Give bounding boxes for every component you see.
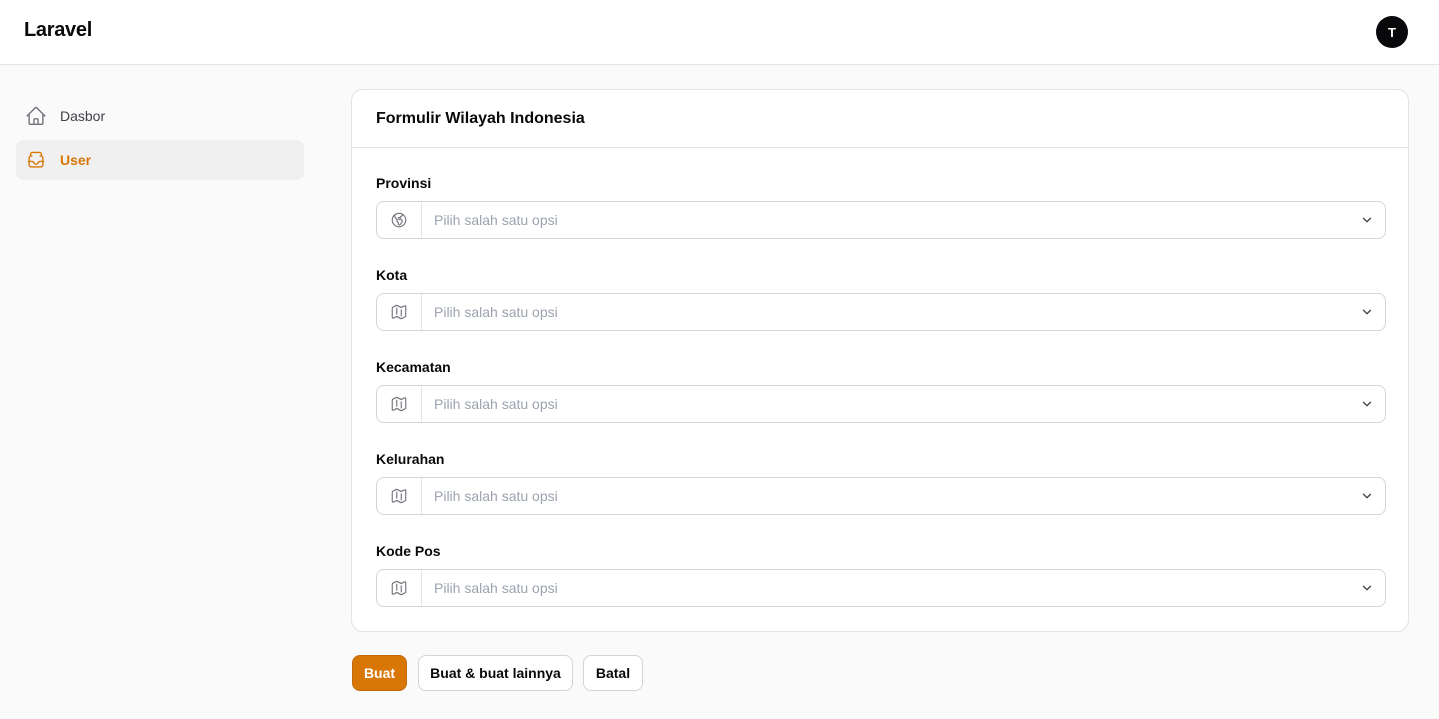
- globe-icon: [377, 202, 422, 238]
- kelurahan-select[interactable]: Pilih salah satu opsi: [376, 477, 1386, 515]
- field-kecamatan: Kecamatan Pilih salah satu opsi: [376, 359, 1386, 423]
- field-kelurahan: Kelurahan Pilih salah satu opsi: [376, 451, 1386, 515]
- kode-pos-select[interactable]: Pilih salah satu opsi: [376, 569, 1386, 607]
- select-placeholder: Pilih salah satu opsi: [434, 212, 558, 228]
- provinsi-select[interactable]: Pilih salah satu opsi: [376, 201, 1386, 239]
- map-icon: [377, 294, 422, 330]
- select-placeholder: Pilih salah satu opsi: [434, 304, 558, 320]
- field-label: Kode Pos: [376, 543, 441, 559]
- top-bar: Laravel T: [0, 0, 1439, 65]
- chevron-down-icon: [1349, 489, 1385, 503]
- field-label: Provinsi: [376, 175, 432, 191]
- create-another-button[interactable]: Buat & buat lainnya: [418, 655, 573, 691]
- select-placeholder: Pilih salah satu opsi: [434, 488, 558, 504]
- inbox-stack-icon: [25, 149, 47, 171]
- kota-select[interactable]: Pilih salah satu opsi: [376, 293, 1386, 331]
- kecamatan-select[interactable]: Pilih salah satu opsi: [376, 385, 1386, 423]
- map-icon: [377, 570, 422, 606]
- sidebar-item-dasbor[interactable]: Dasbor: [16, 96, 304, 136]
- create-button[interactable]: Buat: [352, 655, 407, 691]
- select-placeholder: Pilih salah satu opsi: [434, 580, 558, 596]
- user-avatar[interactable]: T: [1376, 16, 1408, 48]
- field-provinsi: Provinsi Pilih salah satu opsi: [376, 175, 1386, 239]
- card-header: Formulir Wilayah Indonesia: [352, 90, 1408, 148]
- field-kode-pos: Kode Pos Pilih salah satu opsi: [376, 543, 1386, 607]
- sidebar-item-label: Dasbor: [60, 108, 106, 124]
- chevron-down-icon: [1349, 213, 1385, 227]
- form-card: Formulir Wilayah Indonesia Provinsi Pili…: [351, 89, 1409, 632]
- map-icon: [377, 478, 422, 514]
- sidebar-item-user[interactable]: User: [16, 140, 304, 180]
- home-icon: [25, 105, 47, 127]
- chevron-down-icon: [1349, 397, 1385, 411]
- select-placeholder: Pilih salah satu opsi: [434, 396, 558, 412]
- sidebar-item-label: User: [60, 152, 92, 168]
- cancel-button[interactable]: Batal: [583, 655, 643, 691]
- chevron-down-icon: [1349, 581, 1385, 595]
- chevron-down-icon: [1349, 305, 1385, 319]
- field-label: Kelurahan: [376, 451, 445, 467]
- form-title: Formulir Wilayah Indonesia: [376, 109, 585, 127]
- field-label: Kecamatan: [376, 359, 451, 375]
- field-kota: Kota Pilih salah satu opsi: [376, 267, 1386, 331]
- brand-logo[interactable]: Laravel: [24, 19, 92, 42]
- map-icon: [377, 386, 422, 422]
- field-label: Kota: [376, 267, 408, 283]
